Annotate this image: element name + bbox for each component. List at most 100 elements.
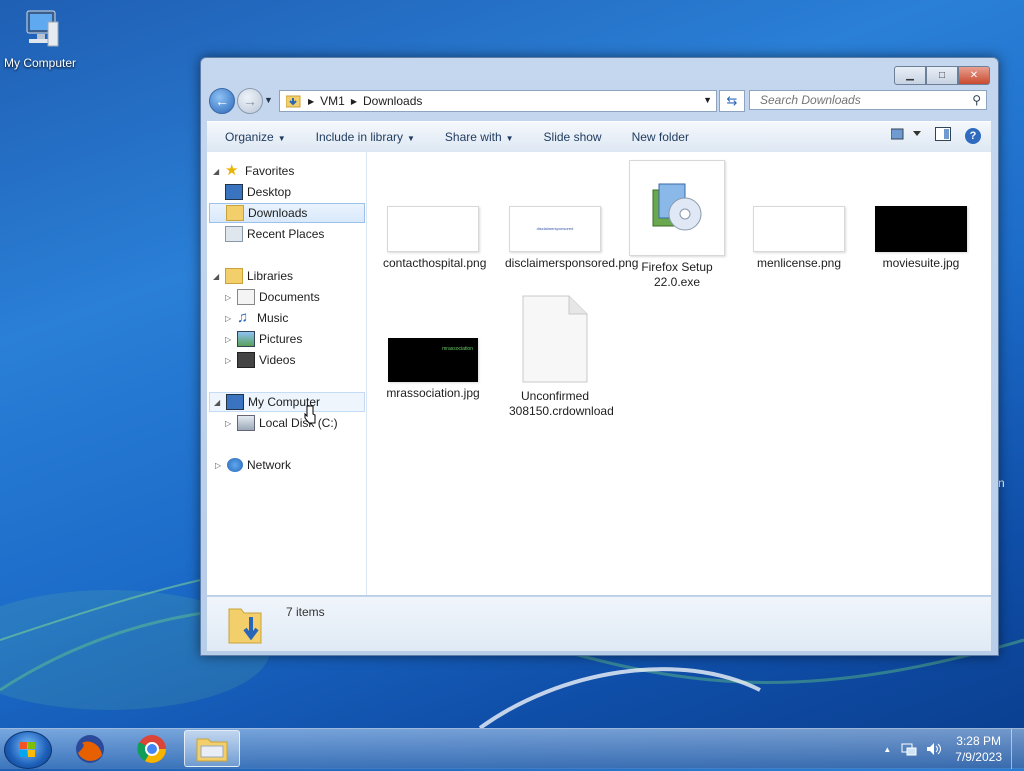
help-icon[interactable]: ? [965,127,981,144]
show-desktop-button[interactable] [1011,729,1024,769]
network-status-icon[interactable] [901,741,917,757]
nav-pictures[interactable]: ▷ Pictures [225,329,302,349]
nav-videos[interactable]: ▷ Videos [225,350,295,370]
libraries-icon [225,268,243,284]
item-count: 7 items [286,605,325,619]
taskbar-explorer[interactable] [184,730,240,767]
nav-libraries[interactable]: ◢ Libraries [213,266,293,286]
new-folder-button[interactable]: New folder [632,130,689,144]
view-controls: ? [890,127,981,144]
slide-show-button[interactable]: Slide show [544,130,602,144]
recent-pages-dropdown[interactable]: ▼ [264,95,273,105]
image-thumbnail [753,206,845,252]
view-icon [890,128,921,140]
details-pane: 7 items [207,596,991,651]
arrow-left-icon: ← [215,93,229,109]
setup-cd-icon [652,183,702,231]
blank-file-icon [522,295,588,383]
nav-music[interactable]: ▷ ♫ Music [225,308,288,328]
preview-pane-button[interactable] [935,127,951,144]
nav-local-disk[interactable]: ▷ Local Disk (C:) [225,413,338,433]
breadcrumb-vm1[interactable]: VM1 [320,94,345,108]
partial-text: n [998,476,1005,490]
clock-date: 7/9/2023 [955,750,1002,764]
taskbar: ▲ 3:28 PM 7/9/2023 [0,728,1024,769]
system-tray: ▲ 3:28 PM 7/9/2023 [883,729,1024,769]
breadcrumb-separator-icon[interactable]: ▶ [351,97,357,106]
folder-download-icon [226,205,244,221]
file-item-unconfirmed[interactable]: Unconfirmed 308150.crdownload [505,295,614,419]
file-item-moviesuite[interactable]: moviesuite.jpg [871,206,971,271]
navigation-pane: ◢ ★ Favorites Desktop Downloads Recent P… [207,152,367,595]
search-input[interactable] [758,92,962,108]
start-button[interactable] [4,731,52,769]
collapse-arrow-icon[interactable]: ◢ [213,272,223,281]
windows-logo-icon [20,742,35,757]
volume-icon[interactable] [925,741,942,757]
back-button[interactable]: ← [209,88,235,114]
desktop-my-computer[interactable]: My Computer [0,8,80,70]
clock[interactable]: 3:28 PM 7/9/2023 [955,733,1002,765]
file-item-mrassociation[interactable]: mrassociation mrassociation.jpg [383,338,483,401]
include-in-library-menu[interactable]: Include in library ▼ [316,130,415,144]
desktop-icon [225,184,243,200]
nav-my-computer[interactable]: ◢ My Computer [209,392,365,412]
expand-arrow-icon[interactable]: ▷ [225,314,235,323]
nav-network[interactable]: ▷ Network [215,455,291,475]
expand-arrow-icon[interactable]: ▷ [215,461,225,470]
arrow-right-icon: → [243,93,257,109]
expand-arrow-icon[interactable]: ▷ [225,293,235,302]
expand-arrow-icon[interactable]: ▷ [225,419,235,428]
file-item-contacthospital[interactable]: contacthospital.png [383,206,486,271]
file-item-menlicense[interactable]: menlicense.png [749,206,849,271]
image-thumbnail [387,206,479,252]
show-hidden-icons-icon[interactable]: ▲ [883,745,891,754]
image-thumbnail: disclaimersponsored [509,206,601,252]
maximize-button[interactable]: □ [926,66,958,85]
change-view-button[interactable] [890,128,921,143]
address-bar[interactable]: ▶ VM1 ▶ Downloads ▼ [279,90,717,112]
taskbar-firefox[interactable] [62,730,118,767]
collapse-arrow-icon[interactable]: ◢ [214,398,224,407]
expand-arrow-icon[interactable]: ▷ [225,335,235,344]
expand-arrow-icon[interactable]: ▷ [225,356,235,365]
folder-download-icon [286,95,301,108]
nav-documents[interactable]: ▷ Documents [225,287,320,307]
minimize-button[interactable]: ▁ [894,66,926,85]
firefox-icon [76,734,104,763]
share-with-menu[interactable]: Share with ▼ [445,130,514,144]
nav-downloads[interactable]: Downloads [209,203,365,223]
network-icon [227,458,243,472]
file-item-firefox-setup[interactable]: Firefox Setup 22.0.exe [627,160,727,290]
nav-recent-places[interactable]: Recent Places [223,224,324,244]
organize-menu[interactable]: Organize ▼ [225,130,286,144]
star-icon: ★ [225,162,239,179]
address-dropdown-icon[interactable]: ▼ [703,95,712,105]
clock-time: 3:28 PM [956,734,1001,748]
taskbar-chrome[interactable] [124,730,180,767]
recent-places-icon [225,226,243,242]
refresh-button[interactable]: ⇆ [719,90,745,112]
nav-desktop[interactable]: Desktop [223,182,291,202]
computer-icon [26,10,59,47]
caption-buttons: ▁ □ ✕ [894,66,990,85]
file-item-disclaimersponsored[interactable]: disclaimersponsored disclaimersponsored.… [505,206,638,271]
breadcrumb-downloads[interactable]: Downloads [363,94,422,108]
image-thumbnail [875,206,967,252]
music-icon: ♫ [237,309,249,326]
image-thumbnail: mrassociation [388,338,478,382]
search-icon[interactable]: ⚲ [972,93,981,107]
installer-icon [629,160,725,256]
pictures-icon [237,331,255,347]
close-button[interactable]: ✕ [958,66,990,85]
computer-icon [226,394,244,410]
collapse-arrow-icon[interactable]: ◢ [213,167,223,176]
desktop-icon-label: My Computer [3,56,77,70]
refresh-icon: ⇆ [726,93,738,108]
preview-pane-icon [935,127,951,141]
address-row: ← → ▼ ▶ VM1 ▶ Downloads ▼ ⇆ ⚲ [207,87,992,115]
forward-button[interactable]: → [237,88,263,114]
nav-favorites[interactable]: ◢ ★ Favorites [213,161,294,181]
breadcrumb-separator-icon[interactable]: ▶ [308,97,314,106]
search-box[interactable]: ⚲ [749,90,987,110]
